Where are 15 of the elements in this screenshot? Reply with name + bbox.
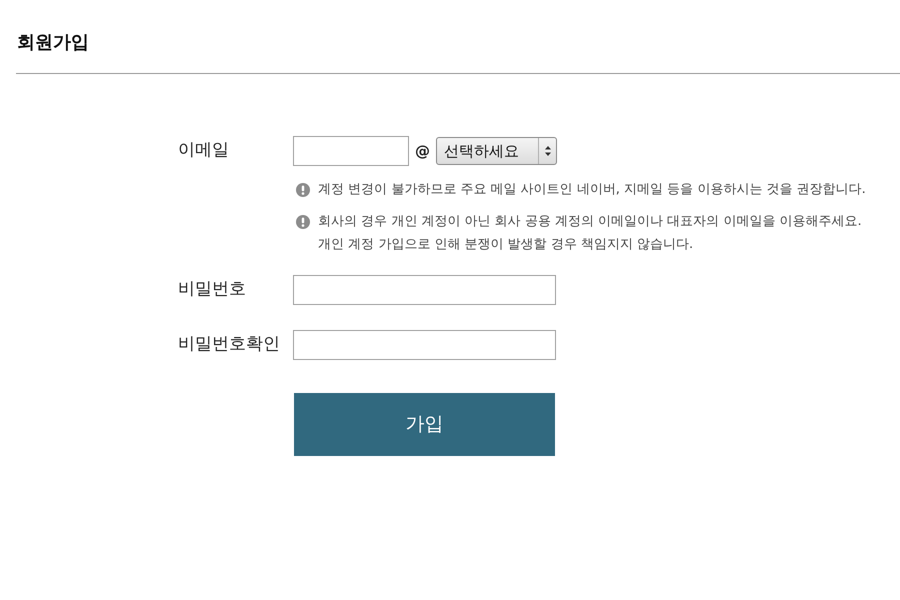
domain-select[interactable]: 선택하세요 bbox=[436, 137, 557, 165]
password-input[interactable] bbox=[293, 330, 556, 360]
notice-text: 계정 변경이 불가하므로 주요 메일 사이트인 네이버, 지메일 등을 이용하시는 것을 권장합니다. bbox=[318, 181, 866, 199]
exclamation-icon bbox=[296, 214, 310, 228]
signup-button[interactable]: 가입 bbox=[294, 393, 555, 456]
up-down-arrows-icon bbox=[544, 146, 550, 156]
notice-text: 회사의 경우 개인 계정이 아닌 회사 공용 계정의 이메일이나 대표자의 이메일을 이용해주세요. 개인 계정 가입으로 인해 분쟁이 발생할 경우 책임지지 않습니다. bbox=[318, 213, 862, 254]
password-input[interactable] bbox=[293, 275, 556, 305]
email-input[interactable] bbox=[293, 136, 409, 166]
field-label: 이메일 bbox=[178, 139, 230, 162]
at-sign: @ bbox=[415, 140, 430, 162]
field-label: 비밀번호확인 bbox=[178, 333, 281, 356]
exclamation-icon bbox=[296, 182, 310, 196]
page-title: 회원가입 bbox=[17, 31, 90, 55]
field-label: 비밀번호 bbox=[178, 278, 247, 302]
